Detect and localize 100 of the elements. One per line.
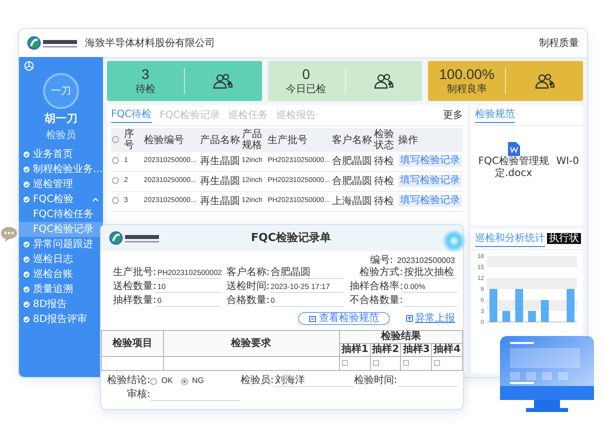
- logo-icon: [27, 36, 79, 50]
- tab[interactable]: FQC检验记录: [160, 108, 220, 122]
- column-header: 操作: [398, 134, 418, 146]
- sidebar-subitem[interactable]: FQC待检任务: [19, 206, 103, 222]
- column-header: 抽样1: [341, 344, 368, 355]
- circle-icon: [23, 166, 30, 172]
- aperture-icon[interactable]: [24, 61, 34, 71]
- field-label: 不合格数量:: [348, 295, 403, 307]
- header-menu-item[interactable]: 制程质量: [539, 36, 579, 50]
- glow-drawing: [442, 229, 466, 253]
- tab[interactable]: 巡检任务: [228, 108, 268, 122]
- field-label: 检验员:: [240, 375, 274, 387]
- more-link[interactable]: 更多: [443, 108, 463, 122]
- user-role: 检验员: [45, 128, 77, 142]
- file-name[interactable]: WI-0: [556, 156, 579, 168]
- bar: [528, 311, 536, 322]
- field-label: 合格数量:: [225, 295, 270, 307]
- row-checkbox[interactable]: [112, 156, 119, 164]
- sidebar-item[interactable]: 业务首页: [19, 146, 103, 162]
- field-label: 生产批号:: [112, 267, 156, 279]
- column-header: 检验结果: [380, 331, 421, 342]
- bar: [515, 289, 524, 322]
- field-label: 抽样合格率:: [348, 281, 403, 293]
- field-label: 送检时间:: [225, 281, 270, 293]
- table-cell: 再生晶圆: [200, 156, 240, 167]
- circle-icon: [23, 150, 30, 158]
- sidebar-item[interactable]: 巡检管理: [19, 176, 103, 192]
- stat-label: 待检: [135, 82, 156, 96]
- sample-checkbox[interactable]: [372, 360, 379, 366]
- field-label: 检验结论:: [107, 375, 150, 387]
- tab[interactable]: FQC待检: [111, 107, 152, 123]
- sample-checkbox[interactable]: [403, 360, 410, 366]
- column-header: 检验项目: [112, 338, 152, 348]
- stat-label: 今日已检: [286, 82, 326, 96]
- fill-record-button[interactable]: 填写检验记录: [398, 195, 462, 208]
- table-cell: 合肥晶圆: [332, 176, 372, 187]
- sidebar-item[interactable]: FQC检验: [19, 192, 103, 206]
- column-header: 检验编号: [144, 134, 184, 146]
- table-cell: 再生晶圆: [200, 176, 240, 187]
- sidebar-item[interactable]: 异常问题跟进: [19, 236, 103, 252]
- bar: [540, 300, 549, 322]
- fill-record-button[interactable]: 填写检验记录: [398, 155, 462, 168]
- table-cell: 上海晶圆: [332, 196, 372, 207]
- column-header: 序号: [124, 129, 134, 151]
- circle-icon: [23, 270, 30, 278]
- stat-value: 100.00%: [439, 66, 494, 82]
- view-standards-button[interactable]: 查看检验规范: [298, 312, 390, 325]
- field-label: 客户名称:: [225, 267, 270, 279]
- tab[interactable]: 检验规范: [475, 107, 515, 123]
- report-link[interactable]: 异常上报: [406, 311, 455, 326]
- column-header: 检验要求: [231, 338, 272, 348]
- field-value: 按批次抽检: [403, 267, 457, 279]
- sample-checkbox[interactable]: [342, 360, 348, 366]
- sidebar-item[interactable]: 8D报告评审: [19, 312, 103, 326]
- stat-value: 0: [302, 66, 310, 82]
- bar: [490, 289, 498, 322]
- table-cell: 待检: [374, 196, 394, 207]
- field-label: 编号:: [370, 255, 394, 266]
- field-label: 送检数量:: [112, 281, 156, 293]
- table-cell: 待检: [374, 156, 394, 167]
- column-header: 产品规格: [242, 129, 262, 151]
- circle-icon: [23, 196, 30, 202]
- circle-icon: [23, 180, 30, 188]
- column-header: 抽样2: [372, 344, 400, 355]
- field-value: 合肥晶圆: [270, 267, 344, 279]
- form-number: 2023102500003: [397, 255, 455, 266]
- people-icon: [534, 73, 556, 89]
- circle-icon: [23, 316, 30, 322]
- sidebar-item[interactable]: 制程检验业务...: [19, 162, 103, 176]
- sidebar-item[interactable]: 质量追溯: [19, 282, 103, 296]
- column-header: 生产批号: [268, 134, 308, 146]
- bar: [566, 289, 574, 322]
- circle-icon: [23, 240, 30, 248]
- sidebar-item[interactable]: 8D报告: [19, 296, 103, 312]
- row-checkbox[interactable]: [112, 176, 119, 184]
- fill-record-button[interactable]: 填写检验记录: [398, 175, 462, 188]
- sample-checkbox[interactable]: [434, 360, 440, 366]
- view-icon: [309, 316, 316, 322]
- select-all-checkbox[interactable]: [112, 136, 119, 144]
- radio-option[interactable]: NG: [180, 375, 204, 387]
- people-icon: [212, 73, 234, 89]
- sidebar-subitem[interactable]: FQC检验记录: [19, 222, 103, 236]
- table-cell: 合肥晶圆: [332, 156, 372, 167]
- radio-option[interactable]: OK: [150, 375, 173, 387]
- column-header: 抽样3: [402, 344, 430, 355]
- column-header: 检验状态: [374, 129, 394, 151]
- row-checkbox[interactable]: [112, 196, 119, 204]
- avatar: 一刀: [43, 73, 79, 109]
- column-header: 客户名称: [332, 134, 372, 146]
- tab[interactable]: 巡检和分析统计: [475, 231, 545, 247]
- field-label: 抽样数量:: [112, 295, 156, 307]
- chart-tooltip: 执行状: [547, 233, 581, 244]
- sidebar-item[interactable]: 巡检台账: [19, 266, 103, 282]
- field-value: 刘海洋: [274, 375, 354, 387]
- file-name[interactable]: FQC检验管理规定.docx: [475, 156, 552, 180]
- user-name: 胡一刀: [44, 111, 78, 127]
- upload-icon: [406, 315, 413, 322]
- sidebar-item[interactable]: 巡检日志: [19, 252, 103, 266]
- tab[interactable]: 巡检报告: [276, 108, 316, 122]
- field-label: 检验方式:: [358, 267, 403, 279]
